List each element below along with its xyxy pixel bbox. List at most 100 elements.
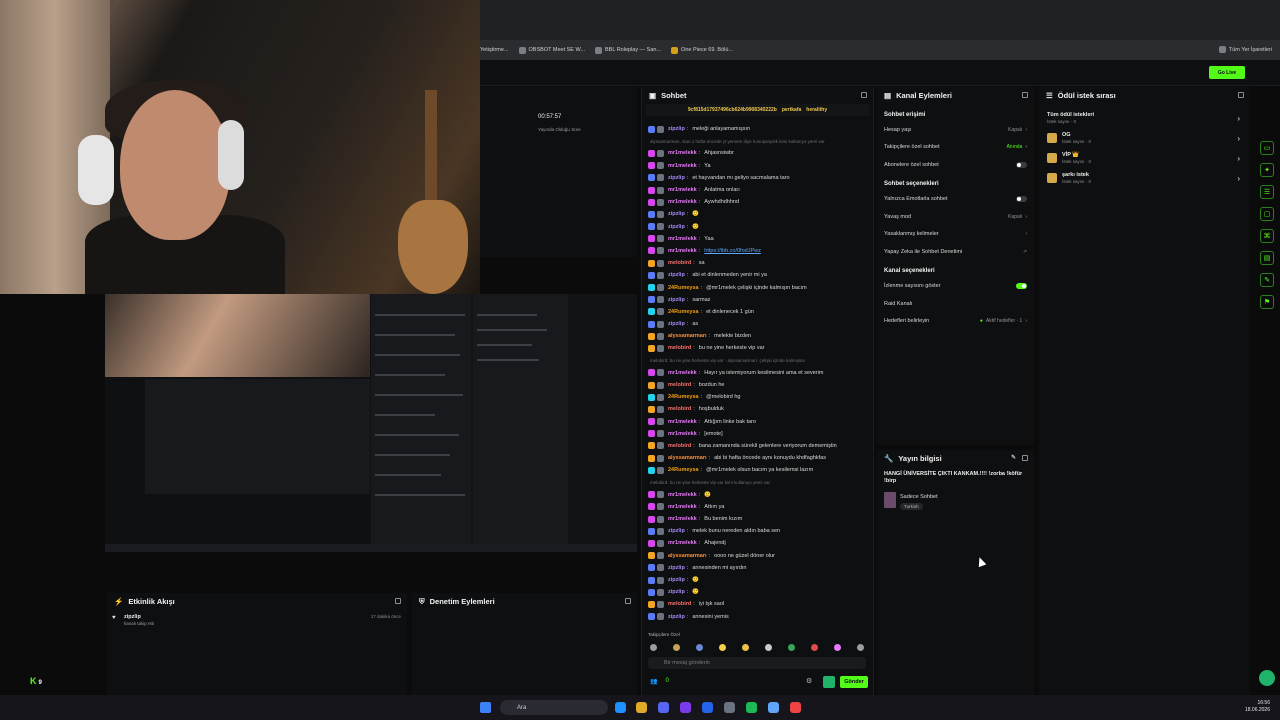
chat-username[interactable]: zipzlip [668,297,685,303]
chat-text[interactable]: https://ibb.co/0fodJPwz [704,248,761,254]
bookmark[interactable]: One Piece 69. Bölü... [671,46,733,54]
popout-icon[interactable] [1238,92,1244,98]
bookmark[interactable]: OBSBOT Meet SE W... [518,46,585,54]
reward-all-row[interactable]: Tüm ödül istekleri İstek sayısı · 0 › [1039,108,1250,128]
app-icon[interactable] [658,702,669,713]
chat-username[interactable]: zipzlip [668,528,685,534]
bookmark[interactable]: BBL Roleplay — San... [594,46,661,54]
send-button[interactable]: Gönder [840,676,868,688]
chat-username[interactable]: mr1melekk [668,150,697,156]
emote-picker-icon[interactable] [823,676,835,688]
emote-icon[interactable] [765,644,772,651]
emotes-only-row[interactable]: Yalnızca Emotlarla sohbet [877,191,1034,209]
taskbar-search[interactable]: Ara [500,700,608,715]
popout-icon[interactable] [625,598,631,604]
chat-username[interactable]: mr1melekk [668,248,697,254]
emote-icon[interactable] [650,644,657,651]
popout-icon[interactable] [1022,455,1028,461]
emote-icon[interactable] [834,644,841,651]
show-viewers-row[interactable]: İzlenme sayısını göster [877,278,1034,296]
chat-username[interactable]: mr1melekk [668,540,697,546]
chat-username[interactable]: alyssamarmarı [668,553,707,559]
emote-icon[interactable] [811,644,818,651]
chat-username[interactable]: melobird [668,443,691,449]
chat-username[interactable]: alyssamarmarı [668,333,707,339]
emote-icon[interactable] [673,644,680,651]
chat-username[interactable]: mr1melekk [668,236,697,242]
chat-username[interactable]: zipzlip [668,175,685,181]
emote-icon[interactable] [719,644,726,651]
start-icon[interactable] [480,702,491,713]
rail-button[interactable]: ⚑ [1260,295,1274,309]
reward-row[interactable]: OG İstek sayısı · 0 › [1039,128,1250,148]
chat-username[interactable]: 24Rumeysa [668,394,699,400]
chat-username[interactable]: alyssamarmarı [668,455,707,461]
chat-username[interactable]: melobird [668,406,691,412]
emote-icon[interactable] [742,644,749,651]
popout-icon[interactable] [395,598,401,604]
rail-button[interactable]: ☰ [1260,185,1274,199]
rail-button[interactable]: ▤ [1260,251,1274,265]
taskbar-clock[interactable]: 16:56 18.06.2026 [1245,700,1270,714]
app-icon[interactable] [680,702,691,713]
chat-username[interactable]: zipzlip [668,577,685,583]
all-bookmarks[interactable]: Tüm Yer İşaretleri [1218,46,1272,53]
chat-username[interactable]: zipzlip [668,589,685,595]
subscribers-only-toggle[interactable] [1016,161,1027,168]
chat-username[interactable]: zipzlip [668,224,685,230]
account-age-row[interactable]: Hesap yaşı Kapalı › [877,121,1034,139]
popout-icon[interactable] [1022,92,1028,98]
rail-button[interactable]: ✦ [1260,163,1274,177]
chat-username[interactable]: melobird [668,345,691,351]
rail-button[interactable]: ▭ [1260,141,1274,155]
goals-row[interactable]: Hedefleri belirleyin ● Aktif hedefler · 1 › [877,313,1034,331]
chat-username[interactable]: mr1melekk [668,199,697,205]
app-icon[interactable] [724,702,735,713]
chat-username[interactable]: zipzlip [668,126,685,132]
chat-username[interactable]: zipzlip [668,565,685,571]
chat-username[interactable]: mr1melekk [668,187,697,193]
emote-icon[interactable] [857,644,864,651]
app-icon[interactable] [790,702,801,713]
raid-row[interactable]: Raid Kanalı [877,295,1034,313]
reward-row[interactable]: VİP 👑 İstek sayısı · 0 › [1039,148,1250,168]
app-icon[interactable] [615,702,626,713]
chat-username[interactable]: 24Rumeysa [668,467,699,473]
chat-username[interactable]: mr1melekk [668,504,697,510]
chat-username[interactable]: mr1melekk [668,419,697,425]
chat-username[interactable]: melobird [668,601,691,607]
app-icon[interactable] [768,702,779,713]
emote-icon[interactable] [788,644,795,651]
edit-icon[interactable]: ✎ [1011,454,1016,461]
rail-button[interactable]: ✎ [1260,273,1274,287]
app-icon[interactable] [636,702,647,713]
chat-username[interactable]: mr1melekk [668,370,697,376]
emotes-only-toggle[interactable] [1016,196,1027,203]
app-icon[interactable] [746,702,757,713]
chat-username[interactable]: mr1melekk [668,163,697,169]
chat-username[interactable]: zipzlip [668,272,685,278]
chat-username[interactable]: mr1melekk [668,516,697,522]
rail-button[interactable]: ⌘ [1260,229,1274,243]
emote-icon[interactable] [696,644,703,651]
chat-username[interactable]: 24Rumeysa [668,309,699,315]
slow-mode-row[interactable]: Yavaş mod Kapalı › [877,208,1034,226]
settings-gear-icon[interactable]: ⚙ [806,677,812,685]
chat-username[interactable]: 24Rumeysa [668,285,699,291]
subscribers-only-row[interactable]: Abonelere özel sohbet [877,156,1034,174]
chat-username[interactable]: zipzlip [668,321,685,327]
app-icon[interactable] [702,702,713,713]
help-icon[interactable] [1259,670,1275,686]
chat-username[interactable]: mr1melekk [668,431,697,437]
chat-username[interactable]: melobird [668,382,691,388]
go-live-button[interactable]: Go Live [1209,66,1245,79]
rail-button[interactable]: ▢ [1260,207,1274,221]
followers-only-row[interactable]: Takipçilere özel sohbet Anında › [877,139,1034,157]
chat-username[interactable]: zipzlip [668,614,685,620]
chat-username[interactable]: zipzlip [668,211,685,217]
chat-username[interactable]: mr1melekk [668,492,697,498]
popout-icon[interactable] [861,92,867,98]
chat-input[interactable]: Bir mesaj gönderin [648,657,866,669]
chat-username[interactable]: melobird [668,260,691,266]
ai-moderation-row[interactable]: Yapay Zeka ile Sohbet Denetimi ↗ [877,243,1034,261]
